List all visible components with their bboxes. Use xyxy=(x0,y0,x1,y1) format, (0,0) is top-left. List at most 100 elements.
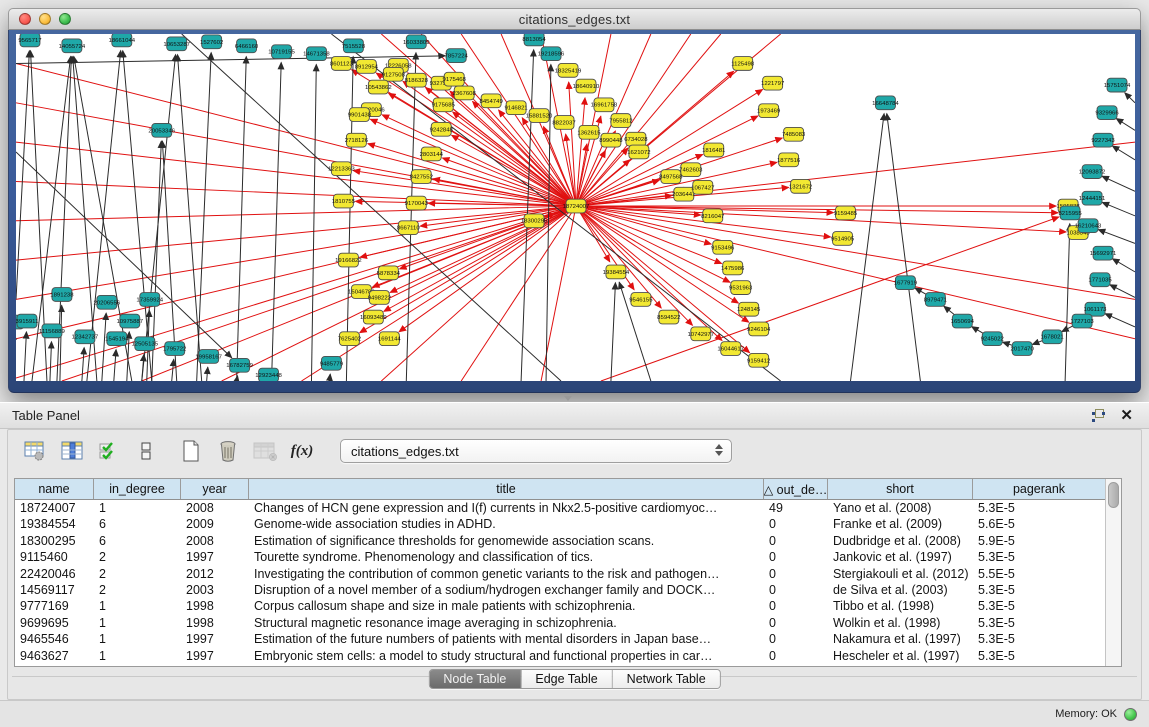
network-node[interactable]: 9514905 xyxy=(831,232,855,246)
network-edge[interactable] xyxy=(114,350,116,381)
network-node[interactable]: 1067427 xyxy=(691,180,714,194)
network-node[interactable]: 8601123 xyxy=(330,57,354,71)
column-header-name[interactable]: name xyxy=(15,479,94,499)
network-edge[interactable] xyxy=(1112,259,1135,272)
network-node[interactable]: 9546155 xyxy=(629,293,653,307)
network-node[interactable]: 20053346 xyxy=(148,123,175,137)
network-edge[interactable] xyxy=(399,206,576,332)
network-node[interactable]: 8822037 xyxy=(552,116,575,130)
row-height-button[interactable] xyxy=(131,436,161,466)
network-node[interactable]: 9901438 xyxy=(348,108,372,122)
network-node[interactable]: 8990448 xyxy=(599,133,623,147)
network-node[interactable]: 9246104 xyxy=(747,322,771,336)
network-node[interactable]: 9153496 xyxy=(711,240,735,254)
network-node[interactable]: 8215955 xyxy=(1058,206,1082,220)
column-header-pagerank[interactable]: pagerank xyxy=(973,479,1105,499)
network-node[interactable]: 18300295 xyxy=(521,214,548,228)
network-node[interactable]: 1691144 xyxy=(378,332,402,346)
network-edge[interactable] xyxy=(207,367,208,381)
network-node[interactable]: 2017470 xyxy=(1011,342,1035,356)
column-header-in_degree[interactable]: in_degree xyxy=(94,479,181,499)
network-edge[interactable] xyxy=(24,332,26,381)
network-node[interactable]: 8427552 xyxy=(410,170,433,184)
network-node[interactable]: 2718126 xyxy=(345,133,369,147)
column-header-year[interactable]: year xyxy=(181,479,249,499)
splitter-handle-icon[interactable] xyxy=(564,396,572,401)
network-node[interactable]: 1877516 xyxy=(777,153,801,167)
close-panel-icon[interactable]: ✕ xyxy=(1120,409,1133,422)
table-row[interactable]: 911546021997Tourette syndrome. Phenomeno… xyxy=(15,549,1105,565)
network-node[interactable]: 9146821 xyxy=(504,101,528,115)
network-node[interactable]: 1650694 xyxy=(951,314,975,328)
network-node[interactable]: 7485083 xyxy=(782,127,806,141)
network-node[interactable]: 8667110 xyxy=(397,221,421,235)
function-builder-button[interactable]: f(x) xyxy=(287,436,317,466)
network-node[interactable]: 9227343 xyxy=(1091,133,1115,147)
network-node[interactable]: 1973469 xyxy=(757,104,781,118)
network-node[interactable]: 1248145 xyxy=(737,302,761,316)
column-header-title[interactable]: title xyxy=(249,479,764,499)
tab-node-table[interactable]: Node Table xyxy=(429,670,521,688)
network-node[interactable]: 10742977 xyxy=(687,327,714,341)
network-node[interactable]: 9175468 xyxy=(443,72,467,86)
network-node[interactable]: 1678021 xyxy=(1040,330,1064,344)
show-column-button[interactable] xyxy=(57,436,87,466)
network-edge[interactable] xyxy=(16,51,29,300)
network-node[interactable]: 7515528 xyxy=(342,39,366,53)
network-node[interactable]: 16961758 xyxy=(591,98,618,112)
float-panel-icon[interactable] xyxy=(1092,409,1105,422)
network-node[interactable]: 16093489 xyxy=(360,310,387,324)
network-node[interactable]: 12923448 xyxy=(255,368,282,381)
network-node[interactable]: 7955812 xyxy=(609,114,632,128)
network-node[interactable]: 3915911 xyxy=(16,314,39,328)
network-node[interactable]: 12213363 xyxy=(328,162,355,176)
network-edge[interactable] xyxy=(16,206,576,221)
network-node[interactable]: 19218596 xyxy=(538,47,565,61)
network-nodes[interactable]: 1872400786011238912954122260589127508818… xyxy=(16,34,1131,381)
table-select-dropdown[interactable]: citations_edges.txt xyxy=(340,439,732,463)
network-node[interactable]: 8216047 xyxy=(701,209,724,223)
network-edge[interactable] xyxy=(172,359,174,381)
network-edge[interactable] xyxy=(406,53,416,381)
network-node[interactable]: 10975887 xyxy=(116,314,143,328)
table-row[interactable]: 1938455462009Genome-wide association stu… xyxy=(15,516,1105,532)
network-node[interactable]: 1475986 xyxy=(721,261,745,275)
table-row[interactable]: 946362711997Embryonic stem cells: a mode… xyxy=(15,648,1105,664)
table-mode-button[interactable] xyxy=(20,436,50,466)
network-edge[interactable] xyxy=(382,115,576,206)
network-edge[interactable] xyxy=(376,73,576,206)
network-node[interactable]: 9245022 xyxy=(981,332,1004,346)
network-edge[interactable] xyxy=(1065,224,1070,381)
table-row[interactable]: 1872400712008Changes of HCN gene express… xyxy=(15,500,1105,516)
network-node[interactable]: 9127508 xyxy=(382,67,406,81)
network-edge[interactable] xyxy=(301,206,576,381)
memory-status-indicator[interactable] xyxy=(1124,708,1137,721)
network-node[interactable]: 1891238 xyxy=(50,288,74,302)
network-node[interactable]: 16210643 xyxy=(1075,219,1102,233)
network-node[interactable]: 16033809 xyxy=(403,35,430,49)
network-node[interactable]: 8497568 xyxy=(659,170,683,184)
network-node[interactable]: 1677919 xyxy=(894,276,918,290)
network-window-titlebar[interactable]: citations_edges.txt xyxy=(8,8,1141,30)
column-header-short[interactable]: short xyxy=(828,479,973,499)
network-edge[interactable] xyxy=(329,374,330,381)
network-node[interactable]: 10543862 xyxy=(365,80,392,94)
network-node[interactable]: 15751074 xyxy=(1104,78,1131,92)
network-node[interactable]: 7625402 xyxy=(338,332,361,346)
network-node[interactable]: 1810755 xyxy=(332,194,356,208)
network-node[interactable]: 16648784 xyxy=(872,96,899,110)
network-edge[interactable] xyxy=(1125,93,1135,103)
network-node[interactable]: 1125498 xyxy=(731,57,755,71)
network-node[interactable]: 14671358 xyxy=(303,47,330,61)
network-node[interactable]: 1727103 xyxy=(1070,314,1094,328)
network-node[interactable]: 10719155 xyxy=(268,45,295,59)
network-node[interactable]: 17359924 xyxy=(136,293,163,307)
network-node[interactable]: 18724007 xyxy=(563,199,590,213)
network-node[interactable]: 9175685 xyxy=(432,98,456,112)
network-node[interactable]: 1816481 xyxy=(702,143,726,157)
network-node[interactable]: 18640910 xyxy=(573,79,600,93)
network-node[interactable]: 19384554 xyxy=(603,265,630,279)
table-row[interactable]: 2242004622012Investigating the contribut… xyxy=(15,566,1105,582)
network-node[interactable]: 6466160 xyxy=(235,39,259,53)
tab-edge-table[interactable]: Edge Table xyxy=(521,670,612,688)
